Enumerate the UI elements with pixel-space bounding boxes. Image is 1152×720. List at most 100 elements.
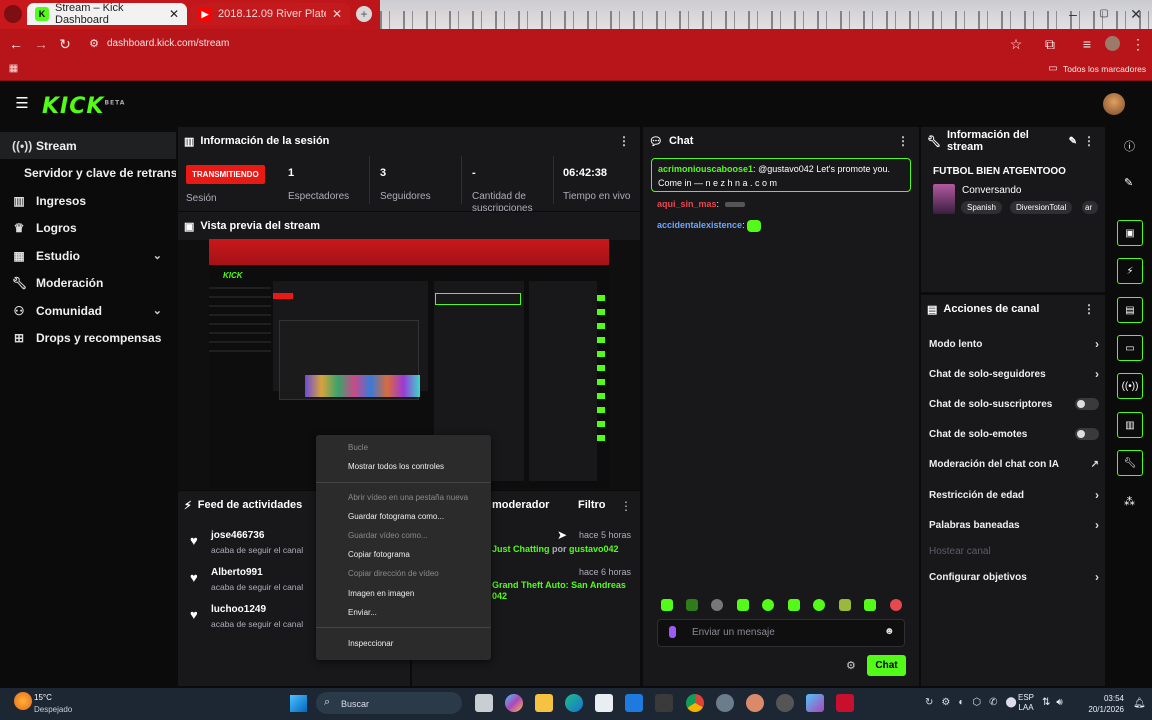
quick-action-chat-button[interactable]: ▭ [1117, 335, 1143, 361]
emote-icon[interactable] [839, 599, 851, 611]
back-icon[interactable]: ← [9, 37, 23, 51]
sidebar-item-ingresos[interactable]: ▥ Ingresos [0, 187, 176, 214]
send-chat-button[interactable]: Chat [867, 655, 906, 676]
emote-icon[interactable] [813, 599, 825, 611]
minimize-icon[interactable]: – [1066, 7, 1080, 21]
emote-icon[interactable] [788, 599, 800, 611]
clip-button[interactable]: ▣ [1117, 220, 1143, 246]
action-banned-words[interactable]: Palabras baneadas › [929, 515, 1099, 535]
share-icon[interactable]: ⁂ [1124, 495, 1135, 508]
feed-username[interactable]: Alberto991 [211, 567, 263, 578]
action-configure-goals[interactable]: Configurar objetivos › [929, 567, 1099, 587]
quick-action-bolt-button[interactable]: ⚡︎ [1117, 258, 1143, 284]
weather-icon[interactable] [14, 692, 32, 710]
sidebar-item-moderacion[interactable]: 🔧︎ Moderación [0, 269, 176, 296]
sidebar-item-stream[interactable]: ((•)) Stream [0, 132, 176, 159]
menu-item-show-controls[interactable]: Mostrar todos los controles [348, 462, 444, 471]
sidebar-item-drops[interactable]: ⊞ Drops y recompensas [0, 324, 176, 351]
bookmark-star-icon[interactable]: ☆ [1009, 37, 1023, 51]
chat-settings-icon[interactable]: ⚙ [846, 659, 856, 672]
chevron-down-icon[interactable]: ⌄ [153, 249, 162, 262]
apps-grid-icon[interactable]: ▦ [7, 62, 20, 75]
network-volume-icons[interactable]: ⇅🔊︎ [1042, 697, 1069, 708]
user-avatar-icon[interactable] [1105, 36, 1120, 51]
tab-kick-dashboard[interactable]: K Stream – Kick Dashboard ✕ [27, 2, 187, 26]
feed-username[interactable]: luchoo1249 [211, 604, 266, 615]
url-field[interactable]: dashboard.kick.com/stream [107, 38, 229, 49]
tag[interactable]: ar [1082, 201, 1098, 214]
site-info-icon[interactable]: ⚙ [87, 37, 101, 51]
taskbar-search[interactable] [316, 692, 462, 714]
emoji-icon[interactable]: ☻ [884, 626, 895, 637]
chrome-menu-icon[interactable]: ⋮ [1131, 37, 1145, 51]
quick-action-broadcast-button[interactable]: ((•)) [1117, 373, 1143, 399]
feed-username[interactable]: jose466736 [211, 530, 264, 541]
reading-list-icon[interactable]: ≡ [1080, 37, 1094, 51]
windows-start-icon[interactable] [290, 695, 307, 712]
emote-icon[interactable] [661, 599, 673, 611]
tag[interactable]: DiversionTotal [1010, 201, 1073, 214]
tray-icons[interactable]: ↻⚙◐⬡✆⬤ [925, 697, 1025, 708]
profile-icon[interactable] [4, 5, 22, 23]
subscribers-only-toggle[interactable] [1075, 398, 1099, 410]
file-icon[interactable] [475, 694, 493, 712]
quick-action-server-button[interactable]: ▥ [1117, 412, 1143, 438]
more-options-icon[interactable]: ⋮ [620, 499, 632, 513]
action-ai-moderation[interactable]: Moderación del chat con IA ↗ [929, 454, 1099, 474]
menu-item-inspect[interactable]: Inspeccionar [348, 639, 393, 648]
menu-item-open-new-tab[interactable]: Abrir vídeo en una pestaña nueva [348, 493, 468, 502]
app-icon[interactable] [836, 694, 854, 712]
emote-icon[interactable] [737, 599, 749, 611]
mail-icon[interactable] [625, 694, 643, 712]
reload-icon[interactable]: ↻ [58, 37, 72, 51]
tab-river-plate[interactable]: ▶ 2018.12.09 River Plate 3 - Boca ✕ [190, 3, 350, 25]
emote-icon[interactable] [864, 599, 876, 611]
emotes-only-toggle[interactable] [1075, 428, 1099, 440]
sidebar-item-comunidad[interactable]: ⚇ Comunidad ⌄ [0, 297, 176, 324]
maximize-icon[interactable]: ▢ [1097, 8, 1111, 20]
menu-item-save-video[interactable]: Guardar vídeo como... [348, 531, 428, 540]
folder-icon[interactable] [535, 694, 553, 712]
hamburger-menu-icon[interactable]: ☰ [14, 96, 30, 111]
notifications-icon[interactable]: 🔔︎ [1133, 698, 1146, 709]
menu-item-copy-address[interactable]: Copiar dirección de vídeo [348, 569, 439, 578]
quick-action-document-button[interactable]: ▤ [1117, 297, 1143, 323]
filter-button[interactable]: Filtro [578, 499, 606, 511]
sidebar-item-estudio[interactable]: ▦ Estudio ⌄ [0, 242, 176, 269]
app-icon[interactable] [776, 694, 794, 712]
close-window-icon[interactable]: ✕ [1129, 7, 1143, 21]
keyboard-lang[interactable]: ESP LAA [1018, 693, 1034, 713]
app-icon[interactable] [655, 694, 673, 712]
avatar[interactable] [1103, 93, 1125, 115]
emote-icon[interactable] [686, 599, 698, 611]
forward-icon[interactable]: → [34, 37, 48, 51]
edge-icon[interactable] [565, 694, 583, 712]
copilot-icon[interactable] [505, 694, 523, 712]
kick-logo[interactable]: KICKBETA [42, 94, 125, 119]
clock[interactable]: 03:54 20/1/2026 [1080, 693, 1124, 715]
app-icon[interactable] [746, 694, 764, 712]
edit-icon[interactable]: ✎ [1124, 176, 1133, 189]
chrome-icon[interactable] [686, 694, 704, 712]
menu-item-pip[interactable]: Imagen en imagen [348, 589, 414, 598]
action-slow-mode[interactable]: Modo lento › [929, 334, 1099, 354]
more-options-icon[interactable]: ⋮ [618, 134, 630, 148]
app-icon[interactable] [806, 694, 824, 712]
edit-icon[interactable]: ✎ [1069, 136, 1077, 147]
emote-icon[interactable] [711, 599, 723, 611]
emote-icon[interactable] [890, 599, 902, 611]
more-options-icon[interactable]: ⋮ [897, 134, 909, 148]
sidebar-item-logros[interactable]: ♛ Logros [0, 214, 176, 241]
sidebar-item-server-key[interactable]: Servidor y clave de retransmisión [0, 159, 176, 186]
quick-action-wrench-button[interactable]: 🔧︎ [1117, 450, 1143, 476]
menu-item-save-frame[interactable]: Guardar fotograma como... [348, 512, 444, 521]
extensions-icon[interactable]: ⧉ [1043, 37, 1057, 51]
microphone-icon[interactable] [669, 626, 676, 638]
menu-item-send[interactable]: Enviar... [348, 608, 377, 617]
store-icon[interactable] [595, 694, 613, 712]
info-icon[interactable]: ⓘ [1124, 138, 1135, 154]
more-options-icon[interactable]: ⋮ [1083, 302, 1095, 316]
category-name[interactable]: Conversando [962, 185, 1021, 196]
action-age-restriction[interactable]: Restricción de edad › [929, 485, 1099, 505]
more-options-icon[interactable]: ⋮ [1083, 134, 1095, 148]
